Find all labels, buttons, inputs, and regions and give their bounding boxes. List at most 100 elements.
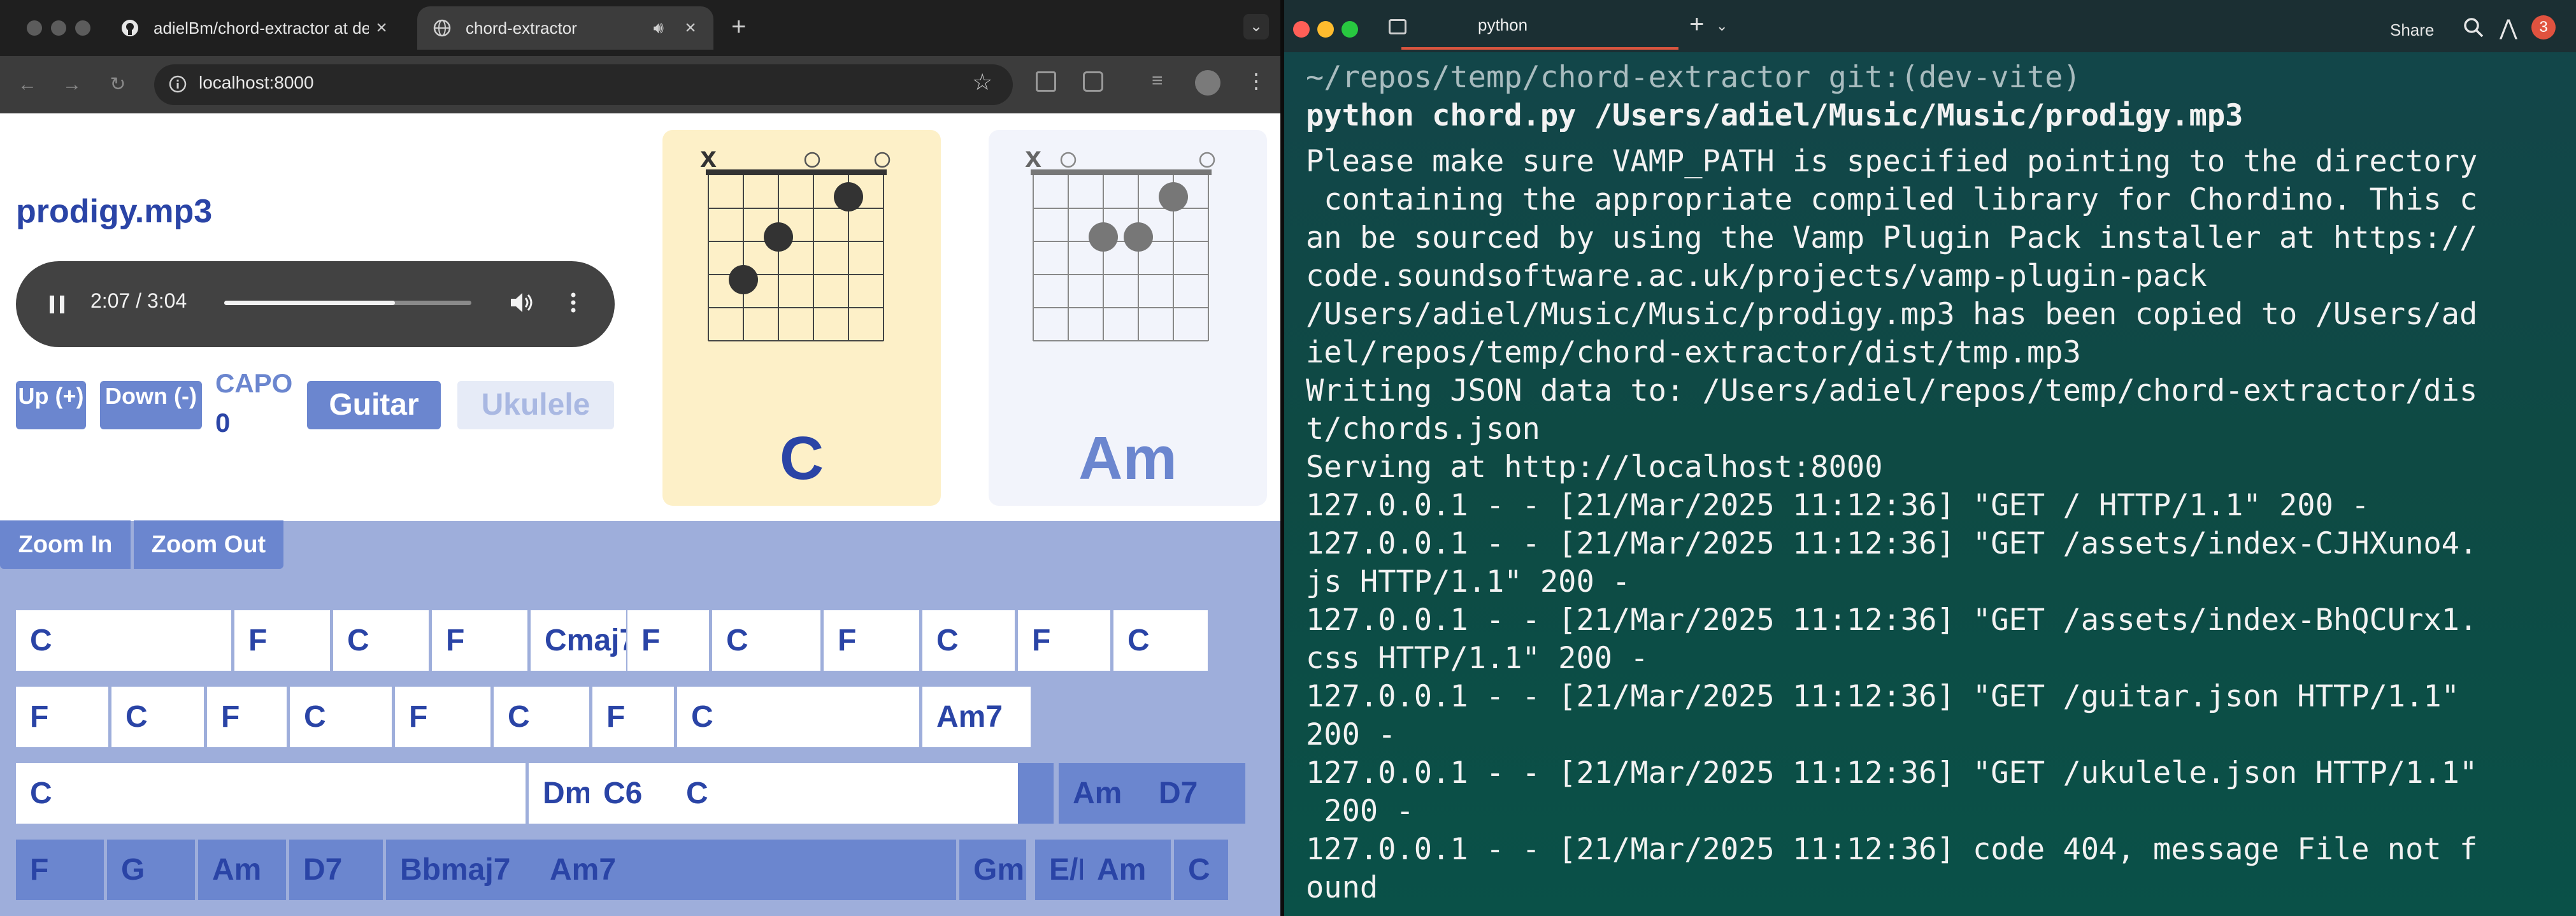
search-icon[interactable] — [2463, 17, 2484, 38]
tab-search-chevron-icon[interactable]: ⌄ — [1243, 14, 1269, 39]
chord-timeline: C F C F Cmaj7 F C F C F C F C F C F C F … — [16, 610, 1245, 916]
media-controls-icon[interactable]: ≡ — [1152, 70, 1163, 92]
chord-block[interactable]: F — [824, 610, 919, 671]
volume-icon[interactable] — [507, 288, 536, 317]
chord-block[interactable]: Am7 — [922, 687, 1031, 747]
chord-block[interactable]: Am7 — [536, 840, 956, 900]
capo-label: CAPO — [215, 368, 293, 398]
close-icon[interactable]: × — [678, 17, 703, 39]
browser-menu-icon[interactable]: ⋮ — [1246, 69, 1266, 93]
chord-block[interactable]: C — [677, 687, 919, 747]
browser-tab-chord-extractor[interactable]: chord-extractor 🔊︎ × — [417, 6, 713, 50]
finger-dot — [1124, 222, 1153, 252]
nut — [1031, 169, 1212, 175]
forward-icon[interactable]: → — [59, 71, 85, 98]
terminal-output[interactable]: ~/repos/temp/chord-extractor git:(dev-vi… — [1306, 59, 2554, 907]
chord-block[interactable]: F — [432, 610, 527, 671]
open-string-marker — [804, 152, 820, 168]
terminal-zoom-button[interactable] — [1342, 21, 1358, 38]
finger-dot — [834, 182, 863, 211]
zoom-in-button[interactable]: Zoom In — [0, 520, 131, 569]
window-minimize-button[interactable] — [51, 20, 66, 36]
file-name: prodigy.mp3 — [16, 193, 213, 230]
capo-up-button[interactable]: Up (+) — [16, 381, 86, 429]
chord-card-name: C — [779, 424, 824, 492]
finger-dot — [764, 222, 793, 252]
reload-icon[interactable]: ↻ — [104, 71, 131, 98]
chord-block[interactable]: D7 — [289, 840, 383, 900]
terminal-close-button[interactable] — [1293, 21, 1310, 38]
chord-block[interactable]: C — [111, 687, 204, 747]
chord-block[interactable]: F — [16, 840, 104, 900]
open-string-marker — [874, 152, 891, 168]
chevron-down-icon[interactable]: ⌄ — [1716, 18, 1728, 34]
zoom-out-button[interactable]: Zoom Out — [134, 520, 283, 569]
chord-block[interactable]: C — [333, 610, 429, 671]
chord-block[interactable]: Am — [1059, 763, 1148, 824]
new-tab-icon[interactable]: + — [731, 13, 746, 41]
muted-string-marker: x — [1025, 140, 1041, 173]
chord-block[interactable]: Cmaj7 — [531, 610, 626, 671]
chord-block[interactable]: Gm — [959, 840, 1026, 900]
tab-title: chord-extractor — [466, 18, 577, 38]
chord-block[interactable]: C — [16, 763, 526, 824]
chord-block[interactable]: C — [712, 610, 820, 671]
chord-block[interactable]: Am — [1083, 840, 1171, 900]
terminal-tab-python[interactable]: python — [1478, 15, 1528, 35]
nut — [706, 169, 887, 175]
notification-badge[interactable]: 3 — [2531, 15, 2556, 39]
chord-block[interactable]: C — [1113, 610, 1208, 671]
ukulele-button[interactable]: Ukulele — [457, 381, 614, 429]
chord-block[interactable]: C — [672, 763, 1038, 824]
share-button[interactable]: Share — [2390, 20, 2434, 40]
chord-block[interactable]: C — [16, 610, 231, 671]
capo-down-button[interactable]: Down (-) — [100, 381, 202, 429]
chord-diagram-c: x — [700, 140, 891, 341]
chord-block[interactable]: F — [592, 687, 674, 747]
guitar-button[interactable]: Guitar — [307, 381, 441, 429]
chord-block[interactable]: C — [922, 610, 1015, 671]
chord-block[interactable]: F — [1018, 610, 1110, 671]
chord-block[interactable]: E/B — [1035, 840, 1089, 900]
reading-mode-icon[interactable] — [1036, 71, 1056, 92]
profile-avatar[interactable] — [1195, 70, 1220, 96]
globe-icon — [433, 18, 452, 38]
finger-dot — [729, 265, 758, 294]
chord-block[interactable]: F — [207, 687, 287, 747]
browser-tab-github[interactable]: adielBm/chord-extractor at dev-vite × — [105, 6, 404, 50]
chord-block[interactable]: C — [1174, 840, 1228, 900]
chord-block[interactable]: Dm — [529, 763, 589, 824]
more-options-icon[interactable] — [568, 288, 578, 317]
extensions-icon[interactable] — [1083, 71, 1103, 92]
active-tab-indicator — [1401, 47, 1678, 50]
bookmark-star-icon[interactable]: ☆ — [972, 69, 992, 96]
close-icon[interactable]: × — [369, 17, 394, 39]
site-info-icon[interactable] — [168, 75, 187, 94]
chord-block[interactable]: F — [16, 687, 108, 747]
github-icon — [120, 18, 140, 38]
pause-icon[interactable] — [45, 288, 70, 320]
chord-block[interactable]: F — [627, 610, 709, 671]
sidebar-toggle-icon[interactable] — [1389, 19, 1406, 34]
chord-block-active[interactable] — [1018, 763, 1054, 824]
chord-block[interactable]: Bbmaj7 — [386, 840, 536, 900]
back-icon[interactable]: ← — [14, 71, 41, 98]
chord-block[interactable]: C — [494, 687, 589, 747]
chord-block[interactable]: Am — [198, 840, 286, 900]
url-text[interactable]: localhost:8000 — [199, 73, 314, 93]
ai-assistant-icon[interactable]: ⋀ — [2500, 15, 2517, 41]
speaker-icon[interactable]: 🔊︎ — [654, 18, 664, 38]
chord-block[interactable]: F — [395, 687, 490, 747]
chord-block[interactable]: C — [290, 687, 392, 747]
browser-window: adielBm/chord-extractor at dev-vite × ch… — [0, 0, 1280, 916]
terminal-minimize-button[interactable] — [1317, 21, 1334, 38]
chord-block[interactable]: D7 — [1145, 763, 1245, 824]
window-zoom-button[interactable] — [75, 20, 90, 36]
window-close-button[interactable] — [27, 20, 42, 36]
command-output: Please make sure VAMP_PATH is specified … — [1306, 144, 2478, 905]
chord-block[interactable]: G — [107, 840, 195, 900]
chord-block[interactable]: F — [234, 610, 330, 671]
chord-block[interactable]: C6 — [589, 763, 685, 824]
new-tab-icon[interactable]: + — [1689, 10, 1704, 39]
